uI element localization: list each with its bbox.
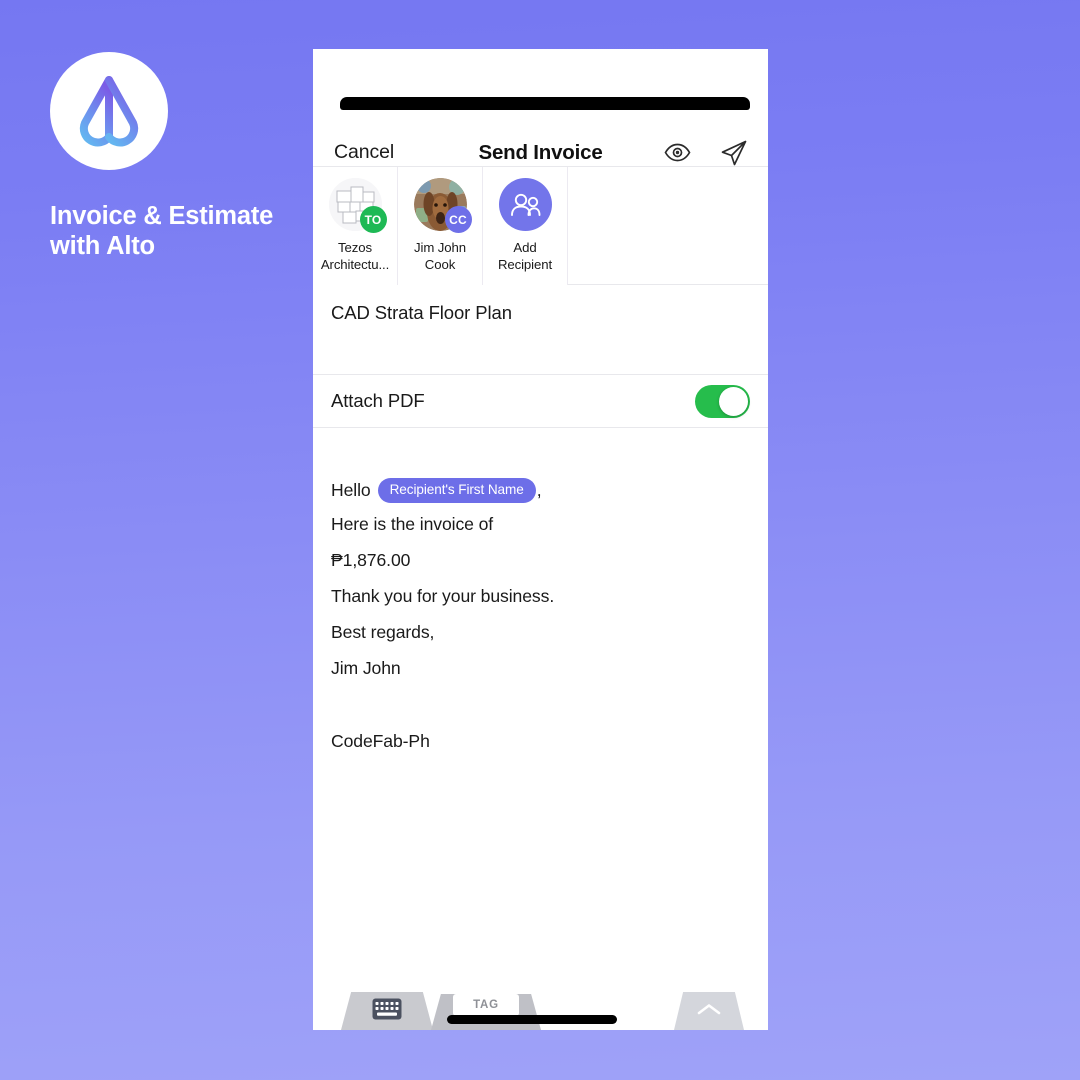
alto-a-logo-icon bbox=[66, 68, 152, 154]
recipient-chip-to[interactable]: TO Tezos Architectu... bbox=[313, 167, 398, 286]
keyboard-icon bbox=[372, 998, 402, 1024]
toggle-knob bbox=[719, 386, 748, 416]
status-bar-redaction bbox=[340, 97, 750, 110]
subject-section[interactable]: CAD Strata Floor Plan bbox=[313, 285, 768, 375]
thanks-line: Thank you for your business. bbox=[331, 586, 555, 606]
keyboard-bar-redaction bbox=[447, 1015, 617, 1024]
attach-pdf-toggle[interactable] bbox=[695, 384, 750, 418]
brand-title: Invoice & Estimate with Alto bbox=[50, 202, 274, 260]
status-badge: TO bbox=[359, 206, 387, 233]
add-recipient-button[interactable]: Add Recipient bbox=[483, 167, 568, 286]
navbar-actions bbox=[664, 139, 748, 167]
greeting-suffix: , bbox=[536, 479, 542, 500]
add-recipient-label: Add Recipient bbox=[497, 240, 553, 273]
send-paper-plane-icon[interactable] bbox=[720, 139, 748, 167]
avatar: CC bbox=[413, 178, 472, 233]
sender-name: Jim John bbox=[331, 658, 401, 678]
alto-logo bbox=[50, 52, 168, 170]
recipient-name: Jim John Cook bbox=[414, 240, 466, 273]
recipient-chip-cc[interactable]: CC Jim John Cook bbox=[398, 167, 483, 286]
avatar: TO bbox=[328, 178, 387, 233]
tag-key-label: TAG bbox=[453, 994, 519, 1016]
signoff-line: Best regards, bbox=[331, 622, 435, 642]
recipient-first-name-token[interactable]: Recipient's First Name bbox=[377, 478, 536, 503]
attach-pdf-row: Attach PDF bbox=[313, 375, 768, 428]
eye-icon[interactable] bbox=[664, 143, 691, 162]
subject-input[interactable]: CAD Strata Floor Plan bbox=[331, 302, 512, 324]
attach-pdf-label: Attach PDF bbox=[331, 390, 425, 411]
phone-screen: Cancel Send Invoice TO Tezos Architectu.… bbox=[313, 49, 768, 1030]
keyboard-key[interactable] bbox=[341, 992, 433, 1030]
greeting-line: Hello Recipient's First Name , bbox=[331, 478, 542, 503]
recipient-name: Tezos Architectu... bbox=[320, 240, 390, 273]
greeting-prefix: Hello bbox=[331, 479, 371, 500]
message-body[interactable]: Hello Recipient's First Name , Here is t… bbox=[313, 428, 768, 988]
invoice-amount: ₱1,876.00 bbox=[331, 550, 411, 570]
intro-line: Here is the invoice of bbox=[331, 514, 494, 534]
chevron-up-icon bbox=[696, 1002, 722, 1021]
recipients-row: TO Tezos Architectu... CC Jim John Cook … bbox=[313, 166, 768, 286]
add-people-icon bbox=[498, 178, 552, 231]
status-badge: CC bbox=[444, 206, 472, 233]
keyboard-accessory-bar: TAG bbox=[313, 988, 768, 1030]
company-name: CodeFab-Ph bbox=[331, 731, 430, 751]
chevron-up-key[interactable] bbox=[674, 992, 744, 1030]
branding-block: Invoice & Estimate with Alto bbox=[50, 52, 290, 261]
